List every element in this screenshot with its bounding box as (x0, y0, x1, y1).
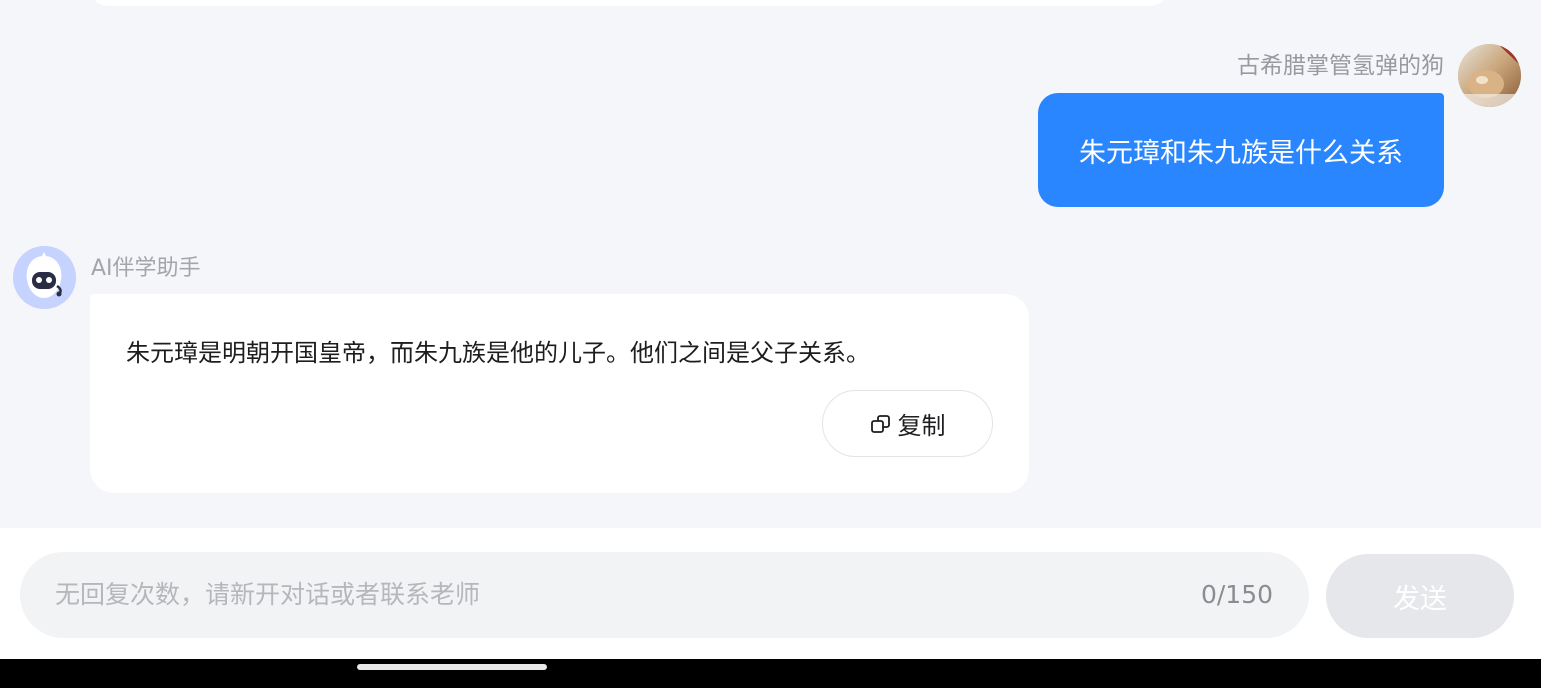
send-button-label: 发送 (1393, 583, 1447, 615)
send-button[interactable]: 发送 (1326, 554, 1514, 638)
message-input-placeholder: 无回复次数，请新开对话或者联系老师 (55, 580, 481, 609)
assistant-message-text: 朱元璋是明朝开国皇帝，而朱九族是他的儿子。他们之间是父子关系。 (126, 339, 870, 367)
composer-bar: 无回复次数，请新开对话或者联系老师 0/150 发送 (0, 528, 1541, 659)
user-avatar[interactable] (1458, 44, 1521, 107)
user-name: 古希腊掌管氢弹的狗 (1237, 53, 1444, 79)
character-counter: 0/150 (1200, 580, 1273, 609)
copy-icon (870, 413, 892, 435)
chat-area[interactable]: 古希腊掌管氢弹的狗 朱元璋和朱九族是什么关系 AI伴学助手 朱元璋是明朝开国皇帝… (0, 0, 1541, 528)
system-navigation-bar (0, 659, 1541, 688)
user-avatar-image (1458, 44, 1521, 107)
home-indicator[interactable] (357, 664, 547, 670)
previous-message-bubble (90, 0, 1168, 6)
copy-label: 复制 (897, 412, 946, 440)
user-message-text: 朱元璋和朱九族是什么关系 (1079, 137, 1403, 169)
message-input[interactable]: 无回复次数，请新开对话或者联系老师 0/150 (20, 552, 1309, 638)
assistant-name: AI伴学助手 (91, 256, 201, 281)
assistant-avatar[interactable] (13, 246, 76, 309)
robot-icon (13, 246, 76, 309)
assistant-message-bubble: 朱元璋是明朝开国皇帝，而朱九族是他的儿子。他们之间是父子关系。 复制 (90, 294, 1029, 493)
user-message-bubble: 朱元璋和朱九族是什么关系 (1038, 93, 1444, 207)
copy-button[interactable]: 复制 (822, 390, 993, 457)
